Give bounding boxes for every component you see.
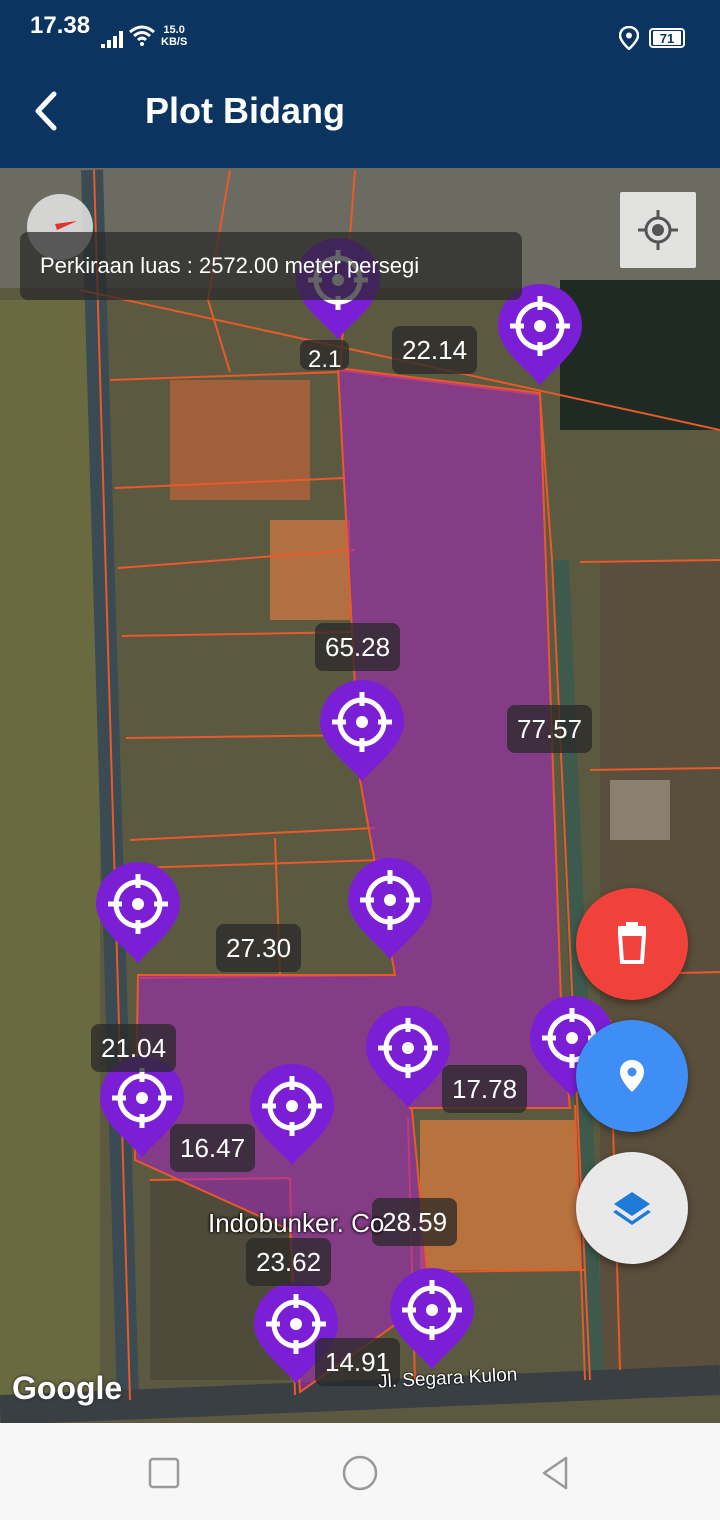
add-marker-button[interactable]: [576, 1020, 688, 1132]
distance-label-8: 28.59: [372, 1198, 458, 1246]
status-time: 17.38: [30, 12, 91, 39]
vertex-pin-3[interactable]: [316, 678, 408, 784]
crosshair-icon: [638, 210, 678, 250]
signal-icon: [101, 31, 123, 48]
recent-apps-icon[interactable]: [144, 1453, 184, 1493]
system-nav-bar: [0, 1423, 720, 1520]
vertex-pin-4[interactable]: [92, 860, 184, 966]
home-icon[interactable]: [340, 1453, 380, 1493]
distance-label-3: 77.57: [507, 705, 593, 753]
back-arrow-icon[interactable]: [24, 86, 74, 136]
battery-level: 71: [653, 31, 681, 46]
distance-label-9: 23.62: [246, 1238, 332, 1286]
layers-icon: [613, 1192, 651, 1225]
distance-label-4: 27.30: [216, 924, 302, 972]
network-speed-value: 15.0: [163, 24, 185, 36]
distance-label-7: 17.78: [442, 1065, 528, 1113]
distance-label-6: 16.47: [170, 1124, 256, 1172]
trash-icon: [617, 922, 647, 964]
distance-label-1: 22.14: [392, 326, 478, 374]
network-speed: 15.0 KB/S: [161, 24, 187, 48]
wifi-icon: [129, 25, 155, 46]
network-speed-unit: KB/S: [161, 36, 188, 48]
poi-label: Indobunker. Co: [208, 1208, 385, 1238]
page-title: Plot Bidang: [145, 90, 345, 131]
location-pin-icon: [620, 1060, 644, 1092]
vertex-pin-6[interactable]: [362, 1004, 454, 1110]
app-bar: Plot Bidang: [0, 56, 720, 168]
battery-icon: 71: [649, 28, 685, 48]
google-attribution: Google: [12, 1370, 123, 1406]
area-estimate-box: Perkiraan luas : 2572.00 meter persegi: [20, 232, 522, 300]
vertex-pin-9[interactable]: [246, 1062, 338, 1168]
vertex-pin-5[interactable]: [344, 856, 436, 962]
status-bar: 17.38 15.0 KB/S 71: [0, 0, 720, 56]
map-layers-button[interactable]: [576, 1152, 688, 1264]
distance-label-5: 21.04: [91, 1024, 177, 1072]
delete-button[interactable]: [576, 888, 688, 1000]
location-status-icon: [619, 26, 639, 50]
back-icon[interactable]: [536, 1453, 576, 1493]
distance-label-2: 65.28: [315, 623, 401, 671]
my-location-button[interactable]: [620, 192, 696, 268]
distance-label-partial: 2.1: [300, 340, 350, 373]
